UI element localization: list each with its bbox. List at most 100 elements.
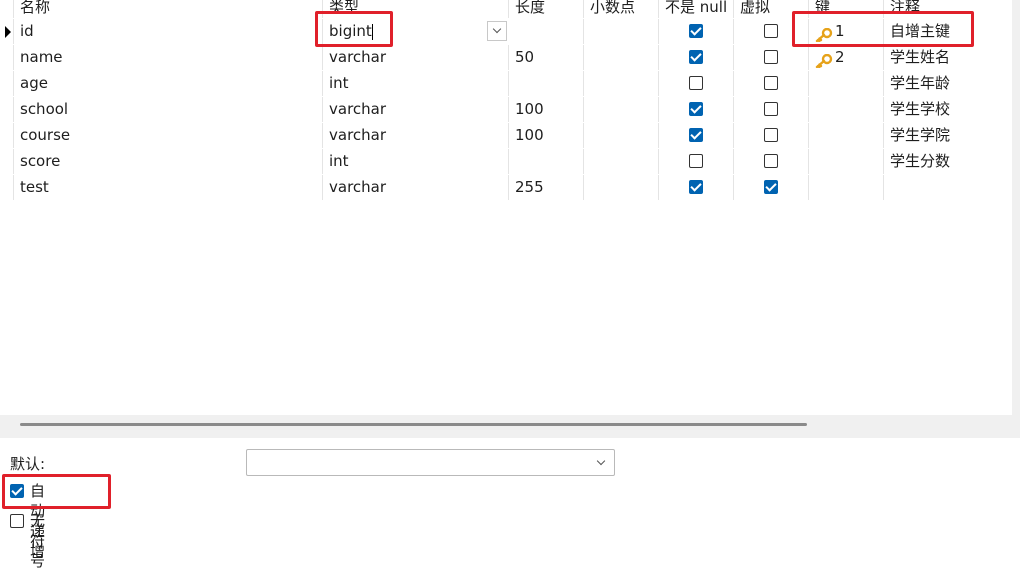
- virtual-cell: [734, 123, 809, 148]
- grid-right-edge: [1012, 0, 1020, 438]
- key-cell[interactable]: [809, 123, 884, 148]
- column-header-type[interactable]: 类型: [323, 0, 509, 18]
- field-decimal-cell[interactable]: [584, 45, 659, 70]
- field-decimal-cell[interactable]: [584, 175, 659, 200]
- field-decimal-cell[interactable]: [584, 123, 659, 148]
- field-comment-cell[interactable]: 学生学院: [884, 123, 1012, 148]
- key-order: 1: [835, 22, 845, 40]
- row-indicator[interactable]: [0, 71, 14, 96]
- not-null-cell: [659, 149, 734, 174]
- default-label: 默认:: [10, 455, 46, 473]
- field-comment-cell[interactable]: 自增主键: [884, 19, 1012, 44]
- field-type-cell[interactable]: varchar: [323, 45, 509, 70]
- field-name-cell[interactable]: test: [14, 175, 323, 200]
- field-comment-cell[interactable]: 学生学校: [884, 97, 1012, 122]
- chevron-down-icon[interactable]: [487, 21, 507, 41]
- virtual-cell: [734, 149, 809, 174]
- virtual-checkbox[interactable]: [764, 50, 778, 64]
- horizontal-scrollbar[interactable]: [0, 415, 1012, 438]
- column-header-virtual[interactable]: 虚拟: [734, 0, 809, 18]
- key-cell[interactable]: [809, 149, 884, 174]
- unsigned-checkbox[interactable]: [10, 514, 24, 528]
- not-null-checkbox[interactable]: [689, 102, 703, 116]
- key-icon: [815, 51, 833, 69]
- field-name-cell[interactable]: name: [14, 45, 323, 70]
- not-null-checkbox[interactable]: [689, 24, 703, 38]
- not-null-cell: [659, 175, 734, 200]
- field-type-cell[interactable]: varchar: [323, 123, 509, 148]
- virtual-checkbox[interactable]: [764, 128, 778, 142]
- key-cell[interactable]: 1: [809, 19, 884, 44]
- virtual-checkbox[interactable]: [764, 102, 778, 116]
- column-header-comment[interactable]: 注释: [884, 0, 1012, 18]
- column-header-name[interactable]: 名称: [14, 0, 323, 18]
- type-input[interactable]: bigint: [329, 19, 372, 44]
- field-properties-panel: 默认: 自动递增 无符号: [0, 438, 1020, 570]
- field-length-cell[interactable]: 100: [509, 97, 584, 122]
- field-type-cell[interactable]: int: [323, 71, 509, 96]
- key-cell[interactable]: 2: [809, 45, 884, 70]
- row-indicator[interactable]: [0, 149, 14, 174]
- virtual-cell: [734, 97, 809, 122]
- virtual-cell: [734, 175, 809, 200]
- field-type-cell[interactable]: varchar: [323, 97, 509, 122]
- column-header-key[interactable]: 键: [809, 0, 884, 18]
- not-null-cell: [659, 19, 734, 44]
- key-cell[interactable]: [809, 71, 884, 96]
- not-null-checkbox[interactable]: [689, 76, 703, 90]
- type-combobox[interactable]: bigint: [323, 19, 509, 44]
- field-decimal-cell[interactable]: [584, 149, 659, 174]
- not-null-checkbox[interactable]: [689, 128, 703, 142]
- not-null-cell: [659, 97, 734, 122]
- row-indicator[interactable]: [0, 19, 14, 44]
- not-null-cell: [659, 123, 734, 148]
- field-name-cell[interactable]: id: [14, 19, 323, 44]
- auto-increment-checkbox[interactable]: [10, 484, 24, 498]
- row-indicator[interactable]: [0, 97, 14, 122]
- triangle-right-icon: [5, 26, 11, 38]
- field-type-cell[interactable]: varchar: [323, 175, 509, 200]
- virtual-checkbox[interactable]: [764, 76, 778, 90]
- not-null-checkbox[interactable]: [689, 180, 703, 194]
- scrollbar-thumb[interactable]: [20, 423, 807, 426]
- row-indicator[interactable]: [0, 45, 14, 70]
- not-null-cell: [659, 45, 734, 70]
- key-cell[interactable]: [809, 175, 884, 200]
- column-header-length[interactable]: 长度: [509, 0, 584, 18]
- not-null-cell: [659, 71, 734, 96]
- text-caret: [372, 24, 373, 40]
- field-comment-cell[interactable]: 学生姓名: [884, 45, 1012, 70]
- not-null-checkbox[interactable]: [689, 50, 703, 64]
- field-comment-cell[interactable]: 学生分数: [884, 149, 1012, 174]
- field-name-cell[interactable]: score: [14, 149, 323, 174]
- default-value-combobox[interactable]: [246, 449, 615, 476]
- field-type-cell[interactable]: int: [323, 149, 509, 174]
- row-indicator[interactable]: [0, 175, 14, 200]
- field-comment-cell[interactable]: 学生年龄: [884, 71, 1012, 96]
- column-header-not-null[interactable]: 不是 null: [659, 0, 734, 18]
- field-decimal-cell[interactable]: [584, 19, 659, 44]
- virtual-checkbox[interactable]: [764, 180, 778, 194]
- field-length-cell[interactable]: 100: [509, 123, 584, 148]
- field-decimal-cell[interactable]: [584, 97, 659, 122]
- field-name-cell[interactable]: course: [14, 123, 323, 148]
- field-length-cell[interactable]: [509, 71, 584, 96]
- field-name-cell[interactable]: school: [14, 97, 323, 122]
- field-length-cell[interactable]: 255: [509, 175, 584, 200]
- chevron-down-icon[interactable]: [592, 454, 610, 472]
- virtual-checkbox[interactable]: [764, 154, 778, 168]
- virtual-cell: [734, 71, 809, 96]
- field-length-cell[interactable]: 50: [509, 45, 584, 70]
- field-length-cell[interactable]: [509, 19, 584, 44]
- not-null-checkbox[interactable]: [689, 154, 703, 168]
- field-decimal-cell[interactable]: [584, 71, 659, 96]
- key-cell[interactable]: [809, 97, 884, 122]
- field-name-cell[interactable]: age: [14, 71, 323, 96]
- field-comment-cell[interactable]: [884, 175, 1012, 200]
- header-indicator: [0, 0, 14, 18]
- virtual-checkbox[interactable]: [764, 24, 778, 38]
- field-length-cell[interactable]: [509, 149, 584, 174]
- column-header-decimal[interactable]: 小数点: [584, 0, 659, 18]
- key-icon: [815, 25, 833, 43]
- row-indicator[interactable]: [0, 123, 14, 148]
